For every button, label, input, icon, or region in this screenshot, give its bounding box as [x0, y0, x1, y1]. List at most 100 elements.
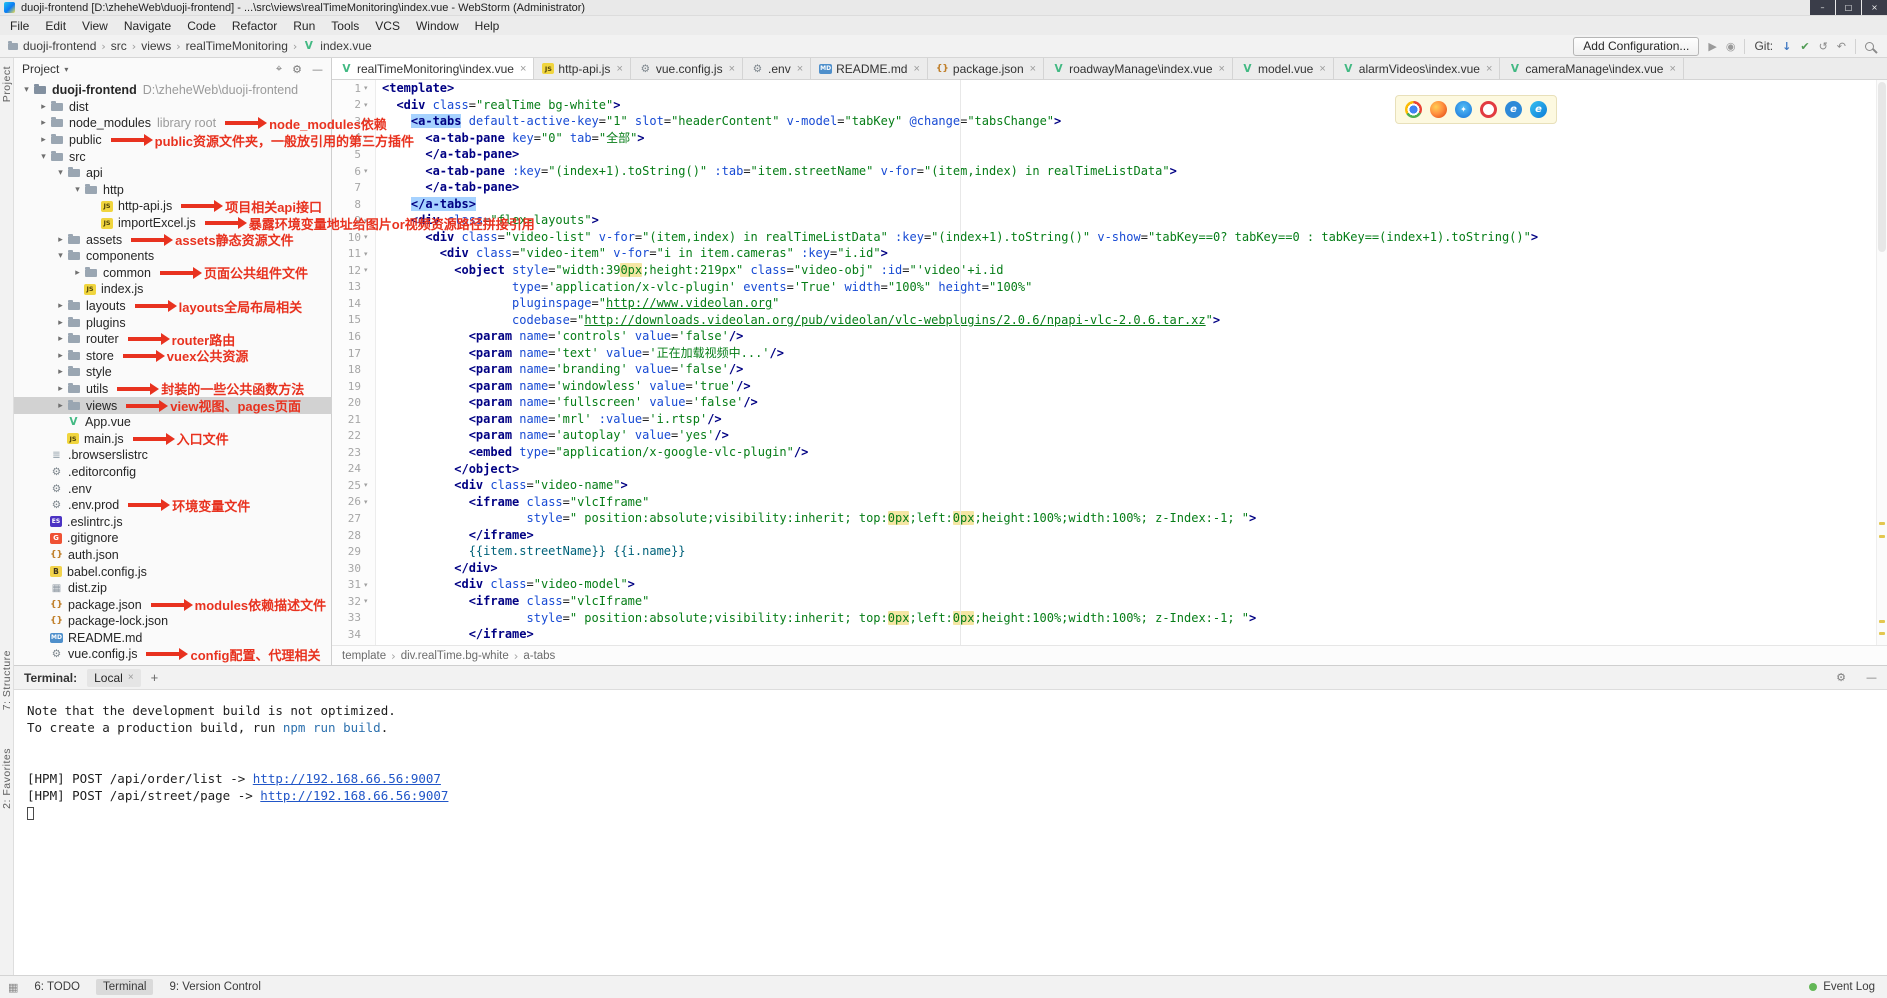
- breadcrumb-duoji-frontend[interactable]: duoji-frontend: [8, 39, 96, 53]
- editor-tab-realTimeMonitoring-index.vue[interactable]: VrealTimeMonitoring\index.vue×: [332, 58, 534, 79]
- terminal-link[interactable]: http://192.168.66.56:9007: [253, 771, 441, 786]
- fold-icon[interactable]: ▾: [364, 481, 375, 489]
- line-number[interactable]: 32: [348, 595, 364, 608]
- tree-item-public[interactable]: ▸publicpublic资源文件夹，一般放引用的第三方插件: [14, 132, 331, 149]
- tree-item-plugins[interactable]: ▸plugins: [14, 314, 331, 331]
- line-number[interactable]: 6: [354, 165, 364, 178]
- code-line[interactable]: <div class="video-list" v-for="(item,ind…: [376, 229, 1887, 246]
- code-scroll-area[interactable]: <template> <div class="realTime bg-white…: [376, 80, 1887, 645]
- code-line[interactable]: <param name='mrl' :value='i.rtsp'/>: [376, 411, 1887, 428]
- stripe-mark[interactable]: [1879, 620, 1885, 623]
- breadcrumb-index.vue[interactable]: Vindex.vue: [302, 39, 371, 53]
- git-rollback-icon[interactable]: ↶: [1837, 40, 1846, 53]
- editor-tab-alarmVideos-index.vue[interactable]: ValarmVideos\index.vue×: [1334, 58, 1501, 79]
- line-number[interactable]: 29: [348, 545, 364, 558]
- search-icon[interactable]: [1865, 42, 1874, 51]
- line-number[interactable]: 18: [348, 363, 364, 376]
- code-line[interactable]: <div class="video-name">: [376, 477, 1887, 494]
- code-line[interactable]: <div class="flex-layouts">: [376, 212, 1887, 229]
- line-number[interactable]: 31: [348, 578, 364, 591]
- tree-item-.browserslistrc[interactable]: ≣.browserslistrc: [14, 447, 331, 464]
- code-line[interactable]: </iframe>: [376, 626, 1887, 643]
- chevron-down-icon[interactable]: ▾: [64, 65, 68, 74]
- tool-strip-project[interactable]: Project: [1, 66, 13, 102]
- line-number[interactable]: 24: [348, 462, 364, 475]
- code-line[interactable]: <param name='controls' value='false'/>: [376, 328, 1887, 345]
- fold-icon[interactable]: ▾: [364, 581, 375, 589]
- tree-item-views[interactable]: ▸viewsview视图、pages页面: [14, 397, 331, 414]
- close-icon[interactable]: ×: [797, 63, 803, 75]
- line-number[interactable]: 21: [348, 413, 364, 426]
- fold-icon[interactable]: ▾: [364, 84, 375, 92]
- line-number[interactable]: 8: [354, 198, 364, 211]
- status-item-Terminal[interactable]: Terminal: [96, 979, 153, 995]
- maximize-button[interactable]: □: [1836, 0, 1861, 15]
- close-icon[interactable]: ×: [616, 63, 622, 75]
- tree-item-auth.json[interactable]: {}auth.json: [14, 547, 331, 564]
- tree-item-package.json[interactable]: {}package.jsonmodules依赖描述文件: [14, 596, 331, 613]
- code-line[interactable]: <div class="video-model">: [376, 576, 1887, 593]
- tree-item-.eslintrc.js[interactable]: ES.eslintrc.js: [14, 513, 331, 530]
- tree-item-dist.zip[interactable]: ▦dist.zip: [14, 580, 331, 597]
- status-item-Event-Log[interactable]: Event Log: [1823, 981, 1875, 993]
- chrome-icon[interactable]: [1405, 101, 1422, 118]
- tree-item-utils[interactable]: ▸utils封装的一些公共函数方法: [14, 381, 331, 398]
- tree-item-index.js[interactable]: JSindex.js: [14, 281, 331, 298]
- line-number[interactable]: 17: [348, 347, 364, 360]
- editor-tab-roadwayManage-index.vue[interactable]: VroadwayManage\index.vue×: [1044, 58, 1233, 79]
- minimize-icon[interactable]: —: [1866, 671, 1877, 684]
- code-line[interactable]: </a-tab-pane>: [376, 179, 1887, 196]
- line-number[interactable]: 23: [348, 446, 364, 459]
- code-line[interactable]: {{item.streetName}} {{i.name}}: [376, 543, 1887, 560]
- editor-tab-vue.config.js[interactable]: ⚙vue.config.js×: [631, 58, 743, 79]
- fold-icon[interactable]: ▾: [364, 250, 375, 258]
- line-number[interactable]: 15: [348, 313, 364, 326]
- menu-navigate[interactable]: Navigate: [116, 18, 179, 34]
- tree-item-.env.prod[interactable]: ⚙.env.prod环境变量文件: [14, 497, 331, 514]
- code-line[interactable]: <template>: [376, 80, 1887, 97]
- tree-item-App.vue[interactable]: VApp.vue: [14, 414, 331, 431]
- line-number[interactable]: 14: [348, 297, 364, 310]
- tree-item-store[interactable]: ▸storevuex公共资源: [14, 348, 331, 365]
- line-number[interactable]: 30: [348, 562, 364, 575]
- code-line[interactable]: </object>: [376, 461, 1887, 478]
- run-icon[interactable]: ▶: [1708, 40, 1716, 53]
- terminal-tab-local[interactable]: Local ×: [87, 669, 141, 687]
- close-icon[interactable]: ×: [1319, 63, 1325, 75]
- editor-tab-package.json[interactable]: {}package.json×: [928, 58, 1044, 79]
- code-line[interactable]: </a-tabs>: [376, 196, 1887, 213]
- code-line[interactable]: <param name='fullscreen' value='false'/>: [376, 394, 1887, 411]
- tree-item-importExcel.js[interactable]: JSimportExcel.js暴露环境变量地址给图片or视频资源路径拼接引用: [14, 215, 331, 232]
- line-number[interactable]: 19: [348, 380, 364, 393]
- menu-window[interactable]: Window: [408, 18, 467, 34]
- line-number[interactable]: 5: [354, 148, 364, 161]
- code-line[interactable]: <object style="width:390px;height:219px"…: [376, 262, 1887, 279]
- tree-item-http[interactable]: ▾http: [14, 182, 331, 199]
- code-line[interactable]: <iframe class="vlcIframe": [376, 494, 1887, 511]
- line-number[interactable]: 1: [354, 82, 364, 95]
- tree-item-src[interactable]: ▾src: [14, 148, 331, 165]
- line-number[interactable]: 11: [348, 247, 364, 260]
- close-icon[interactable]: ×: [729, 63, 735, 75]
- safari-icon[interactable]: ✦: [1455, 101, 1472, 118]
- code-line[interactable]: pluginspage="http://www.videolan.org": [376, 295, 1887, 312]
- editor-tab-http-api.js[interactable]: JShttp-api.js×: [534, 58, 630, 79]
- git-update-icon[interactable]: ↓: [1782, 40, 1791, 53]
- editor-tab-README.md[interactable]: MDREADME.md×: [811, 58, 928, 79]
- fold-icon[interactable]: ▾: [364, 167, 375, 175]
- tree-item-common[interactable]: ▸common页面公共组件文件: [14, 265, 331, 282]
- status-item-9--Version-Control[interactable]: 9: Version Control: [169, 981, 260, 993]
- line-number[interactable]: 27: [348, 512, 364, 525]
- code-line[interactable]: </a-tab-pane>: [376, 146, 1887, 163]
- close-icon[interactable]: ×: [1030, 63, 1036, 75]
- menu-refactor[interactable]: Refactor: [224, 18, 285, 34]
- breadcrumb-views[interactable]: views: [141, 39, 171, 53]
- code-line[interactable]: <embed type="application/x-google-vlc-pl…: [376, 444, 1887, 461]
- code-line[interactable]: <a-tab-pane :key="(index+1).toString()" …: [376, 163, 1887, 180]
- code-line[interactable]: </div>: [376, 560, 1887, 577]
- menu-view[interactable]: View: [74, 18, 116, 34]
- tree-item-assets[interactable]: ▸assetsassets静态资源文件: [14, 231, 331, 248]
- code-line[interactable]: style=" position:absolute;visibility:inh…: [376, 510, 1887, 527]
- breadcrumb-src[interactable]: src: [111, 39, 127, 53]
- code-line[interactable]: <a-tabs default-active-key="1" slot="hea…: [376, 113, 1887, 130]
